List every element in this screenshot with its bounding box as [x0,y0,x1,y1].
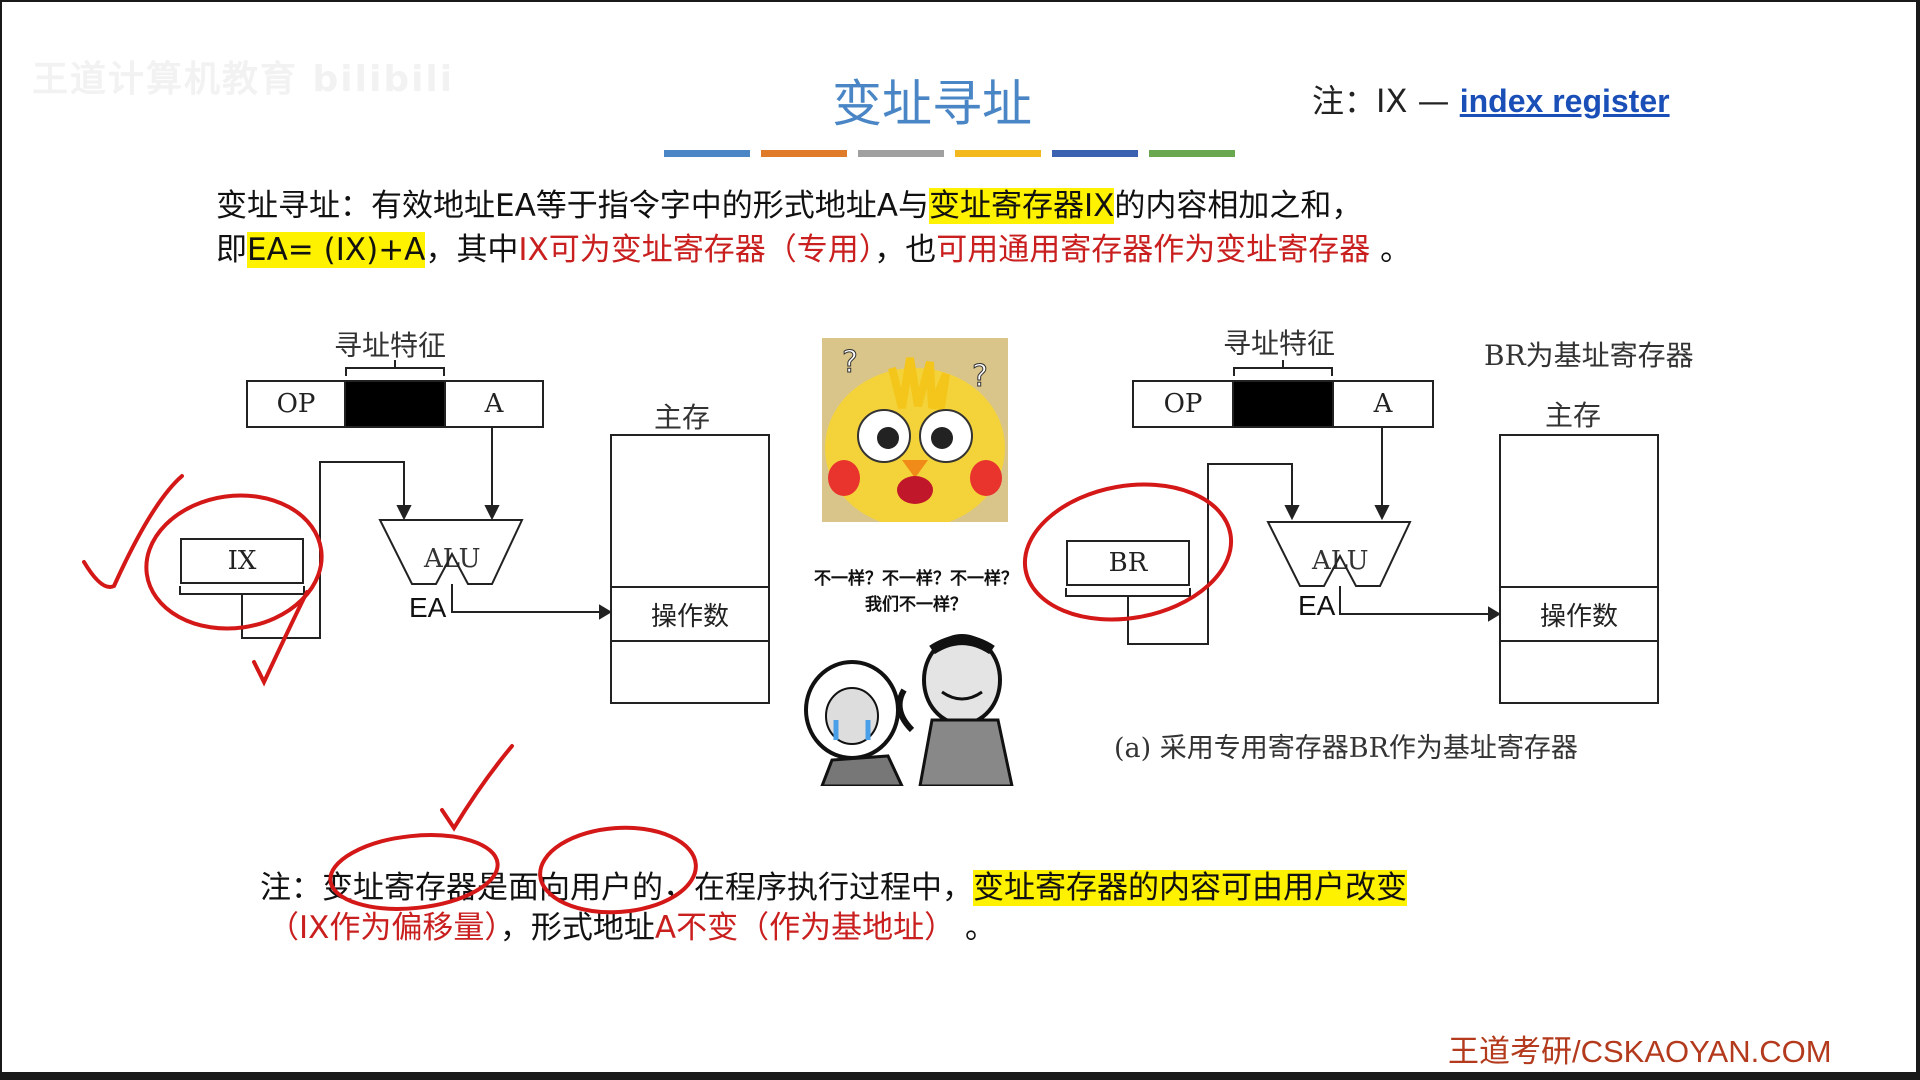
diagram-lines [82,360,1501,915]
slide: 王道计算机教育 bilibili 变址寻址 注：IX — index regis… [2,2,1916,1072]
